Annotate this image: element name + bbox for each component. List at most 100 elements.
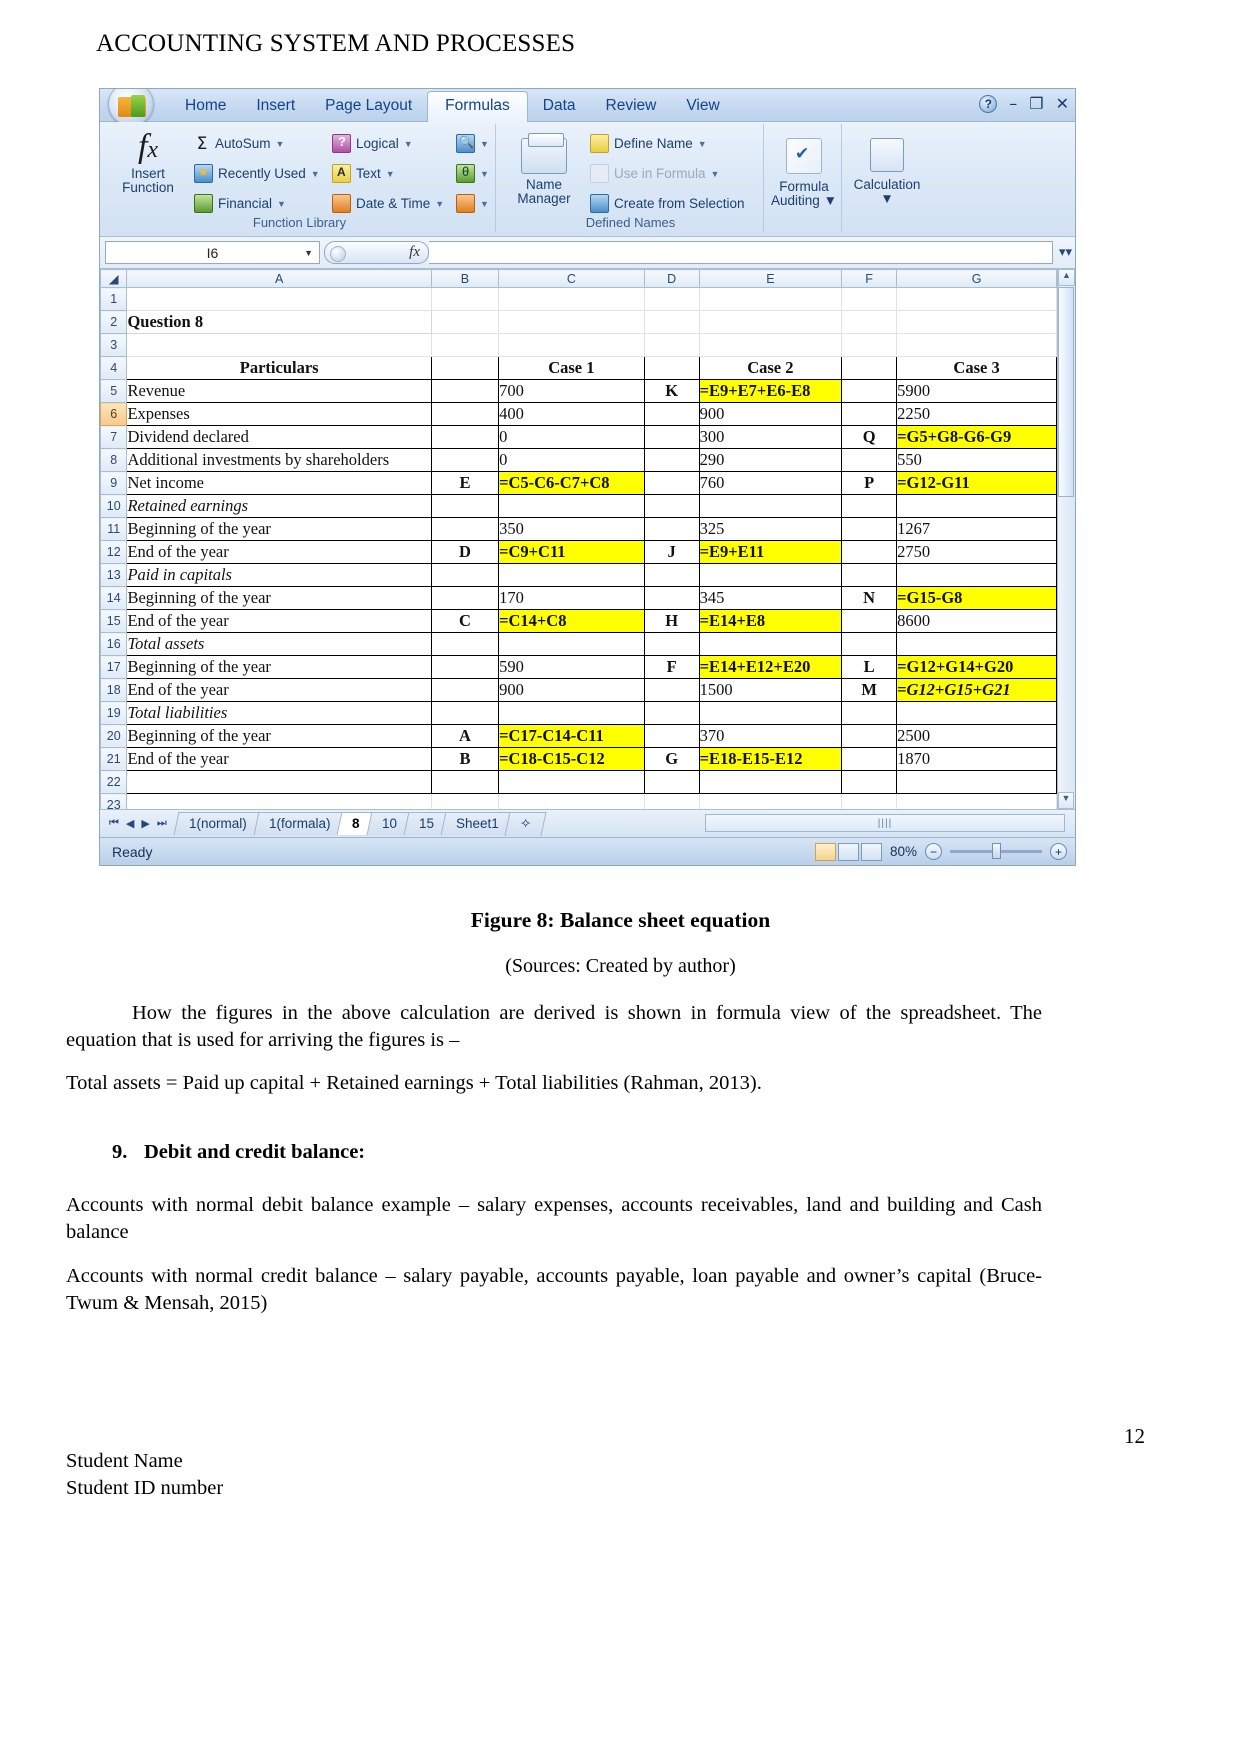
cell-C3[interactable] [498, 333, 645, 357]
define-name-button[interactable]: Define Name ▼ [590, 134, 707, 153]
cell-F4[interactable] [841, 356, 898, 380]
cell-E16[interactable] [698, 632, 843, 656]
cell-C15[interactable]: =C14+C8 [498, 609, 645, 633]
ribbon-tab-insert[interactable]: Insert [241, 92, 310, 122]
cell-D21[interactable]: G [643, 747, 700, 771]
cell-B1[interactable] [430, 287, 500, 311]
cell-B20[interactable]: A [430, 724, 500, 748]
cell-F3[interactable] [841, 333, 898, 357]
cell-B15[interactable]: C [430, 609, 500, 633]
cell-F7[interactable]: Q [841, 425, 898, 449]
cell-E3[interactable] [698, 333, 843, 357]
cell-G17[interactable]: =G12+G14+G20 [896, 655, 1057, 679]
insert-function-chip[interactable]: fx [324, 241, 429, 264]
column-header-d[interactable]: D [643, 269, 700, 288]
cell-F16[interactable] [841, 632, 898, 656]
cell-B7[interactable] [430, 425, 500, 449]
cell-D6[interactable] [643, 402, 700, 426]
cell-B11[interactable] [430, 517, 500, 541]
cell-E20[interactable]: 370 [698, 724, 843, 748]
zoom-slider[interactable] [950, 843, 1042, 859]
ribbon-tab-page-layout[interactable]: Page Layout [310, 92, 427, 122]
cell-A4[interactable]: Particulars [126, 356, 432, 380]
row-header-13[interactable]: 13 [100, 563, 128, 587]
cell-C22[interactable] [498, 770, 645, 794]
cell-C16[interactable] [498, 632, 645, 656]
cell-G7[interactable]: =G5+G8-G6-G9 [896, 425, 1057, 449]
formula-input[interactable] [429, 241, 1053, 264]
cell-C2[interactable] [498, 310, 645, 334]
normal-view-button[interactable] [814, 842, 836, 861]
cell-D13[interactable] [643, 563, 700, 587]
cell-F1[interactable] [841, 287, 898, 311]
row-header-21[interactable]: 21 [100, 747, 128, 771]
cell-E7[interactable]: 300 [698, 425, 843, 449]
cell-C20[interactable]: =C17-C14-C11 [498, 724, 645, 748]
cell-G1[interactable] [896, 287, 1057, 311]
cell-E23[interactable] [698, 793, 843, 809]
next-sheet-icon[interactable]: ▶ [141, 817, 149, 830]
last-sheet-icon[interactable]: ⏭ [157, 817, 167, 830]
cell-B21[interactable]: B [430, 747, 500, 771]
sheet-tab-sheet1[interactable]: Sheet1 [440, 812, 514, 835]
cell-F20[interactable] [841, 724, 898, 748]
office-button-icon[interactable] [108, 89, 154, 126]
cell-D15[interactable]: H [643, 609, 700, 633]
cell-A16[interactable]: Total assets [126, 632, 432, 656]
name-box[interactable]: I6 ▼ [105, 241, 320, 264]
cell-D1[interactable] [643, 287, 700, 311]
more-functions-button[interactable]: ▼ [456, 194, 489, 213]
column-header-c[interactable]: C [498, 269, 645, 288]
create-from-selection-button[interactable]: Create from Selection [590, 194, 745, 213]
cell-D22[interactable] [643, 770, 700, 794]
help-icon[interactable]: ? [979, 94, 998, 113]
cell-D17[interactable]: F [643, 655, 700, 679]
ribbon-tab-review[interactable]: Review [591, 92, 672, 122]
cell-A2[interactable]: Question 8 [126, 310, 432, 334]
row-header-11[interactable]: 11 [100, 517, 128, 541]
row-header-22[interactable]: 22 [100, 770, 128, 794]
cell-E18[interactable]: 1500 [698, 678, 843, 702]
cell-A12[interactable]: End of the year [126, 540, 432, 564]
cell-A13[interactable]: Paid in capitals [126, 563, 432, 587]
cell-A15[interactable]: End of the year [126, 609, 432, 633]
cell-F13[interactable] [841, 563, 898, 587]
row-header-15[interactable]: 15 [100, 609, 128, 633]
cell-G22[interactable] [896, 770, 1057, 794]
row-header-20[interactable]: 20 [100, 724, 128, 748]
cell-B2[interactable] [430, 310, 500, 334]
cell-A18[interactable]: End of the year [126, 678, 432, 702]
cell-G5[interactable]: 5900 [896, 379, 1057, 403]
cell-G11[interactable]: 1267 [896, 517, 1057, 541]
cell-A17[interactable]: Beginning of the year [126, 655, 432, 679]
cell-B14[interactable] [430, 586, 500, 610]
cell-B19[interactable] [430, 701, 500, 725]
page-break-view-button[interactable] [860, 842, 882, 861]
chevron-down-icon[interactable]: ▼ [304, 248, 313, 258]
column-header-f[interactable]: F [841, 269, 898, 288]
cell-E13[interactable] [698, 563, 843, 587]
cell-A9[interactable]: Net income [126, 471, 432, 495]
cell-C19[interactable] [498, 701, 645, 725]
cell-A23[interactable] [126, 793, 432, 809]
cell-D3[interactable] [643, 333, 700, 357]
cell-E14[interactable]: 345 [698, 586, 843, 610]
prev-sheet-icon[interactable]: ◀ [126, 817, 134, 830]
first-sheet-icon[interactable]: ⏮ [109, 817, 119, 830]
row-header-18[interactable]: 18 [100, 678, 128, 702]
split-handle[interactable] [1058, 501, 1074, 511]
cell-F10[interactable] [841, 494, 898, 518]
zoom-out-button[interactable]: − [925, 843, 942, 860]
cell-F6[interactable] [841, 402, 898, 426]
row-header-14[interactable]: 14 [100, 586, 128, 610]
cell-B23[interactable] [430, 793, 500, 809]
logical-button[interactable]: Logical ▼ [332, 134, 413, 153]
name-manager-button[interactable]: Name Manager [508, 132, 580, 206]
cell-F22[interactable] [841, 770, 898, 794]
cell-E4[interactable]: Case 2 [698, 356, 843, 380]
row-header-9[interactable]: 9 [100, 471, 128, 495]
cell-G21[interactable]: 1870 [896, 747, 1057, 771]
cell-D10[interactable] [643, 494, 700, 518]
cell-D20[interactable] [643, 724, 700, 748]
lookup-reference-button[interactable]: ▼ [456, 134, 489, 153]
